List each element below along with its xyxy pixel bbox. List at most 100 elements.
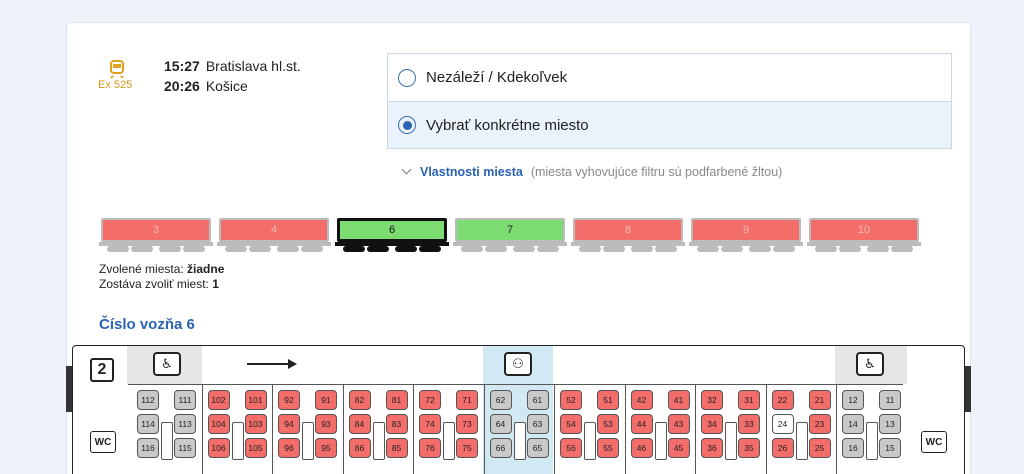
coach-coupler-right <box>965 366 971 412</box>
option-specific-seat[interactable]: Vybrať konkrétne miesto <box>388 101 951 148</box>
radio-specific-seat[interactable] <box>398 116 416 134</box>
seat-76[interactable]: 76 <box>419 438 441 458</box>
seat-106[interactable]: 106 <box>207 438 230 458</box>
seat-11[interactable]: 11 <box>879 390 901 410</box>
wagon-wheel <box>697 246 719 252</box>
seat-16[interactable]: 16 <box>842 438 864 458</box>
seat-25[interactable]: 25 <box>808 438 831 458</box>
seat-91[interactable]: 91 <box>315 390 337 410</box>
seat-113[interactable]: 113 <box>174 414 196 434</box>
seat-14[interactable]: 14 <box>842 414 864 434</box>
wagon-4[interactable]: 4 <box>217 216 331 256</box>
wagon-number: 8 <box>573 218 683 242</box>
seat-44[interactable]: 44 <box>630 414 653 434</box>
seat-115[interactable]: 115 <box>174 438 196 458</box>
seat-83[interactable]: 83 <box>385 414 408 434</box>
table <box>584 422 596 460</box>
seat-85[interactable]: 85 <box>385 438 408 458</box>
compartment-divider <box>765 384 767 474</box>
seat-112[interactable]: 112 <box>137 390 159 410</box>
wagon-wheel <box>839 246 861 252</box>
seat-65[interactable]: 65 <box>526 438 549 458</box>
seat-52[interactable]: 52 <box>560 390 582 410</box>
wagon-7[interactable]: 7 <box>453 216 567 256</box>
chevron-down-icon[interactable] <box>401 164 412 175</box>
seat-properties-link[interactable]: Vlastnosti miesta <box>420 165 523 179</box>
seat-116[interactable]: 116 <box>137 438 159 458</box>
seat-26[interactable]: 26 <box>771 438 794 458</box>
seat-61[interactable]: 61 <box>526 390 549 410</box>
wagon-number: 7 <box>455 218 565 242</box>
wagon-6[interactable]: 6 <box>335 216 449 256</box>
seat-103[interactable]: 103 <box>244 414 267 434</box>
selection-summary: Zvolené miesta: žiadne Zostáva zvoliť mi… <box>99 262 224 292</box>
seat-84[interactable]: 84 <box>348 414 371 434</box>
wagon-wheel <box>749 246 771 252</box>
seat-45[interactable]: 45 <box>667 438 690 458</box>
seat-54[interactable]: 54 <box>560 414 582 434</box>
seat-43[interactable]: 43 <box>667 414 690 434</box>
option-anywhere[interactable]: Nezáleží / Kdekoľvek <box>388 54 951 101</box>
seat-33[interactable]: 33 <box>738 414 760 434</box>
seat-23[interactable]: 23 <box>808 414 831 434</box>
seat-71[interactable]: 71 <box>456 390 478 410</box>
wagon-wheel <box>815 246 837 252</box>
wagon-wheel <box>419 246 441 252</box>
seat-114[interactable]: 114 <box>137 414 159 434</box>
chosen-value: žiadne <box>187 262 225 276</box>
seat-31[interactable]: 31 <box>738 390 760 410</box>
seat-12[interactable]: 12 <box>842 390 864 410</box>
seat-15[interactable]: 15 <box>879 438 901 458</box>
seat-62[interactable]: 62 <box>489 390 512 410</box>
seat-36[interactable]: 36 <box>701 438 723 458</box>
seat-56[interactable]: 56 <box>560 438 582 458</box>
wagon-wheel <box>631 246 653 252</box>
seat-64[interactable]: 64 <box>489 414 512 434</box>
wagon-9[interactable]: 9 <box>689 216 803 256</box>
seat-63[interactable]: 63 <box>526 414 549 434</box>
wagon-8[interactable]: 8 <box>571 216 685 256</box>
compartment-divider <box>695 384 696 474</box>
seat-35[interactable]: 35 <box>738 438 760 458</box>
seat-73[interactable]: 73 <box>456 414 478 434</box>
wagon-10[interactable]: 10 <box>807 216 921 256</box>
seat-55[interactable]: 55 <box>597 438 619 458</box>
table <box>725 422 737 460</box>
table <box>443 422 455 460</box>
seat-75[interactable]: 75 <box>456 438 478 458</box>
seat-66[interactable]: 66 <box>489 438 512 458</box>
seat-104[interactable]: 104 <box>207 414 230 434</box>
radio-anywhere[interactable] <box>398 68 416 87</box>
seat-101[interactable]: 101 <box>244 390 267 410</box>
seat-34[interactable]: 34 <box>701 414 723 434</box>
seat-82[interactable]: 82 <box>348 390 371 410</box>
wagon-3[interactable]: 3 <box>99 216 213 256</box>
compartment-divider <box>483 384 485 474</box>
seat-94[interactable]: 94 <box>278 414 300 434</box>
seat-86[interactable]: 86 <box>348 438 371 458</box>
seat-46[interactable]: 46 <box>630 438 653 458</box>
seat-72[interactable]: 72 <box>419 390 441 410</box>
wagon-wheel <box>603 246 625 252</box>
seat-24[interactable]: 24 <box>771 414 794 434</box>
seat-96[interactable]: 96 <box>278 438 300 458</box>
wagon-wheel <box>301 246 323 252</box>
seat-102[interactable]: 102 <box>207 390 230 410</box>
seat-93[interactable]: 93 <box>315 414 337 434</box>
seat-81[interactable]: 81 <box>385 390 408 410</box>
seat-105[interactable]: 105 <box>244 438 267 458</box>
seat-95[interactable]: 95 <box>315 438 337 458</box>
seat-92[interactable]: 92 <box>278 390 300 410</box>
seat-41[interactable]: 41 <box>667 390 690 410</box>
seat-51[interactable]: 51 <box>597 390 619 410</box>
seat-13[interactable]: 13 <box>879 414 901 434</box>
seat-21[interactable]: 21 <box>808 390 831 410</box>
seat-22[interactable]: 22 <box>771 390 794 410</box>
seat-74[interactable]: 74 <box>419 414 441 434</box>
seat-111[interactable]: 111 <box>174 390 196 410</box>
wagon-number: 6 <box>337 218 447 242</box>
seat-42[interactable]: 42 <box>630 390 653 410</box>
seat-32[interactable]: 32 <box>701 390 723 410</box>
wagon-wheel <box>183 246 205 252</box>
seat-53[interactable]: 53 <box>597 414 619 434</box>
